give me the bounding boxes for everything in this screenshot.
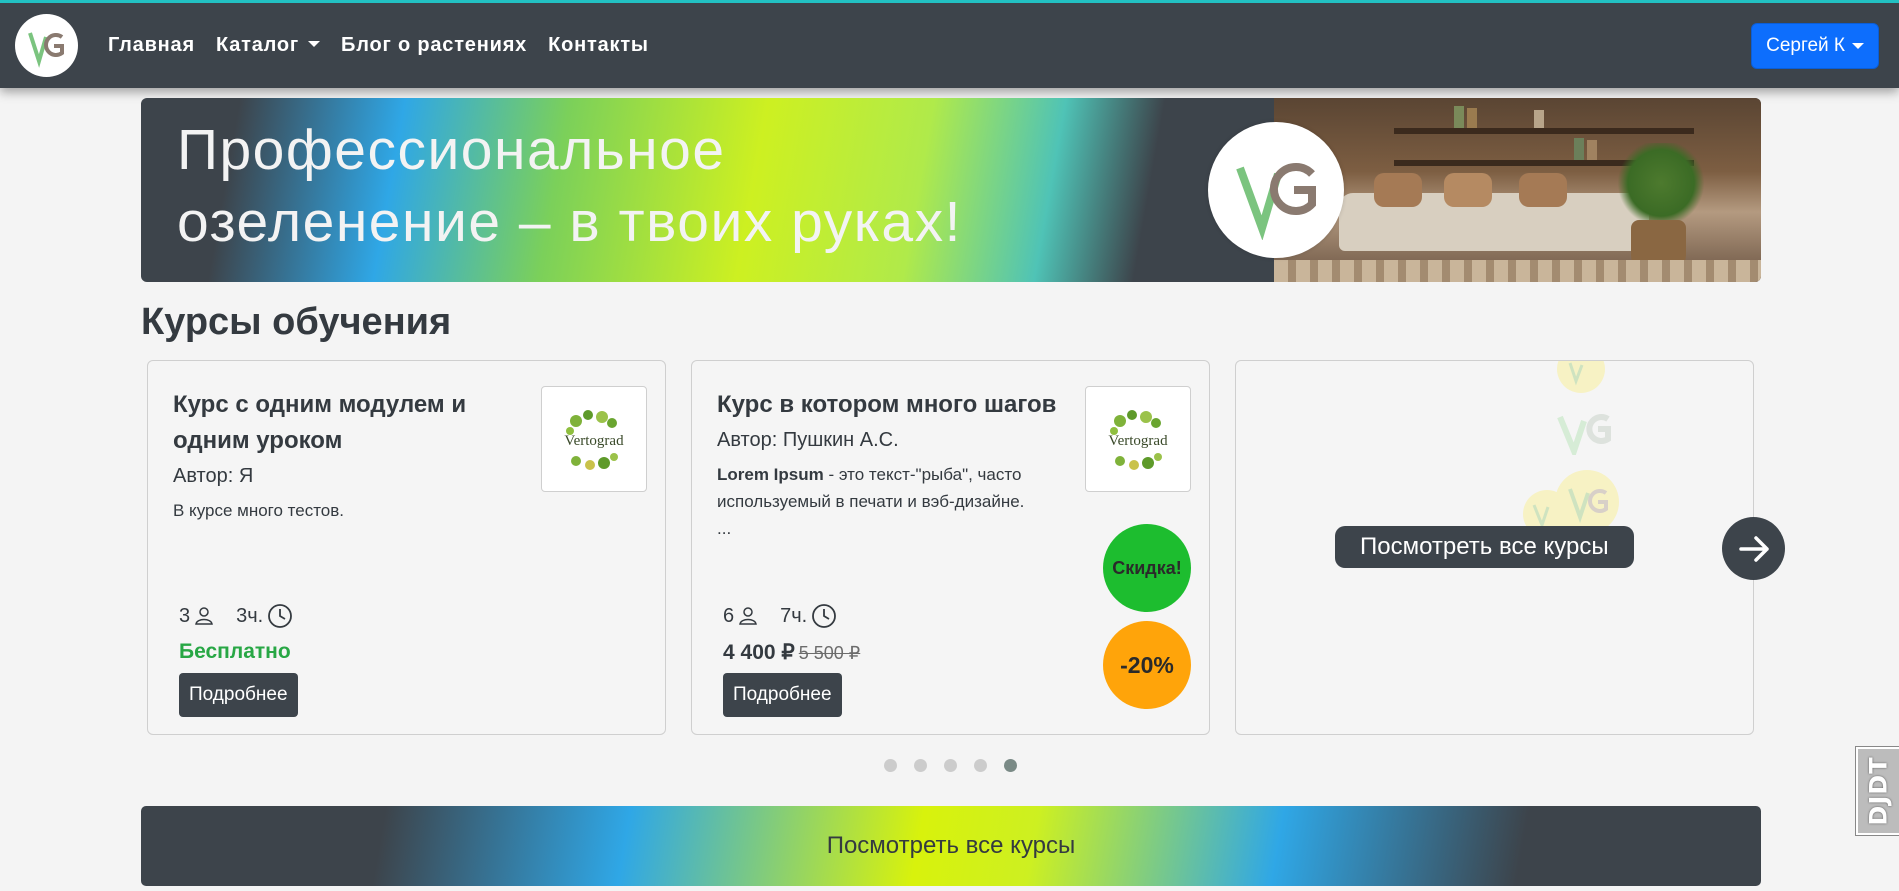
view-all-card[interactable]: Посмотреть все курсы [1235, 360, 1754, 735]
course-thumbnail: Vertograd [541, 386, 647, 492]
course-price: 4 400 ₽5 500 ₽ [723, 640, 860, 665]
carousel-dot[interactable] [944, 759, 957, 772]
banner-line-1: Профессиональное [177, 118, 726, 182]
nav-link-catalog-label: Каталог [215, 34, 300, 56]
view-all-courses-bar[interactable]: Посмотреть все курсы [141, 806, 1761, 886]
course-card: Курс с одним модулем и одним уроком Авто… [147, 360, 666, 735]
navbar: Главная Каталог Блог о растениях Контакт… [0, 0, 1899, 88]
book [1534, 110, 1544, 128]
sale-badge: Скидка! [1103, 524, 1191, 612]
duration-value: 7ч. [780, 604, 808, 627]
vertograd-logo-icon: Vertograd [1108, 410, 1168, 470]
banner-text: Профессиональное озеленение – в твоих ру… [177, 114, 962, 258]
course-thumbnail: Vertograd [1085, 386, 1191, 492]
course-duration: 3ч. [236, 603, 293, 629]
cushion [1519, 173, 1567, 207]
course-description: Lorem Ipsum - это текст-"рыба", часто ис… [717, 461, 1037, 542]
site-logo[interactable] [15, 14, 78, 77]
discount-badge: -20% [1103, 621, 1191, 709]
details-button[interactable]: Подробнее [723, 673, 842, 717]
thumb-text: Vertograd [564, 433, 624, 449]
students-count: 3 [179, 605, 214, 628]
carousel-dot[interactable] [914, 759, 927, 772]
person-icon [739, 607, 758, 625]
cushion [1444, 173, 1492, 207]
caret-down-icon [308, 41, 321, 47]
course-title: Курс в котором много шагов [717, 391, 1057, 418]
carousel-next-button[interactable] [1722, 517, 1785, 580]
current-price: 4 400 ₽ [723, 641, 795, 664]
section-title: Курсы обучения [141, 301, 452, 343]
vg-logo-icon [27, 31, 64, 68]
carousel-dots [884, 759, 1017, 772]
cushion [1374, 173, 1422, 207]
user-name: Сергей К [1766, 35, 1845, 56]
vg-watermark-icon [1557, 361, 1605, 393]
banner-line-2: озеленение – в твоих руках! [177, 190, 962, 254]
hero-banner: Профессиональное озеленение – в твоих ру… [141, 98, 1761, 282]
duration-value: 3ч. [236, 604, 264, 627]
person-icon [195, 607, 214, 625]
user-menu-button[interactable]: Сергей К [1751, 23, 1879, 69]
students-value: 3 [179, 604, 191, 627]
shelf [1394, 128, 1694, 134]
book [1454, 106, 1464, 128]
carousel-dot-active[interactable] [1004, 759, 1017, 772]
book [1467, 108, 1477, 128]
carousel-dot[interactable] [974, 759, 987, 772]
vg-logo-icon [1236, 163, 1316, 240]
nav-link-catalog[interactable]: Каталог [215, 34, 321, 57]
course-card: Курс в котором много шагов Автор: Пушкин… [691, 360, 1210, 735]
banner-interior-photo [1274, 98, 1761, 282]
vg-watermark-icon [1557, 414, 1611, 455]
view-all-courses-button[interactable]: Посмотреть все курсы [1335, 526, 1634, 568]
course-author: Автор: Пушкин А.С. [717, 429, 899, 451]
nav-link-home[interactable]: Главная [108, 34, 195, 57]
nav-link-contacts[interactable]: Контакты [548, 34, 649, 57]
course-title: Курс с одним модулем и одним уроком [173, 391, 467, 454]
details-button[interactable]: Подробнее [179, 673, 298, 717]
djdt-label: DJDT [1864, 756, 1893, 826]
vertograd-logo-icon: Vertograd [564, 410, 624, 470]
caret-down-icon [1852, 43, 1864, 49]
banner-logo [1208, 122, 1344, 258]
description-bold: Lorem Ipsum [717, 465, 824, 484]
arrow-right-icon [1738, 535, 1769, 562]
thumb-text: Vertograd [1108, 433, 1168, 449]
clock-icon [812, 604, 837, 628]
old-price: 5 500 ₽ [798, 643, 861, 663]
course-meta: 3 3ч. [179, 603, 293, 629]
rug [1274, 260, 1761, 282]
course-price-free: Бесплатно [179, 640, 291, 663]
plant [1616, 143, 1706, 223]
course-duration: 7ч. [780, 603, 837, 629]
debug-toolbar-handle[interactable]: DJDT [1855, 746, 1899, 836]
nav-link-blog[interactable]: Блог о растениях [341, 34, 527, 57]
carousel-dot[interactable] [884, 759, 897, 772]
students-count: 6 [723, 605, 758, 628]
book [1574, 138, 1584, 160]
clock-icon [268, 604, 293, 628]
view-all-courses-label: Посмотреть все курсы [826, 832, 1076, 859]
students-value: 6 [723, 604, 735, 627]
course-description: В курсе много тестов. [173, 501, 345, 520]
book [1587, 140, 1597, 160]
nav-links: Главная Каталог Блог о растениях Контакт… [108, 3, 649, 88]
course-meta: 6 7ч. [723, 603, 837, 629]
course-author: Автор: Я [173, 465, 254, 487]
